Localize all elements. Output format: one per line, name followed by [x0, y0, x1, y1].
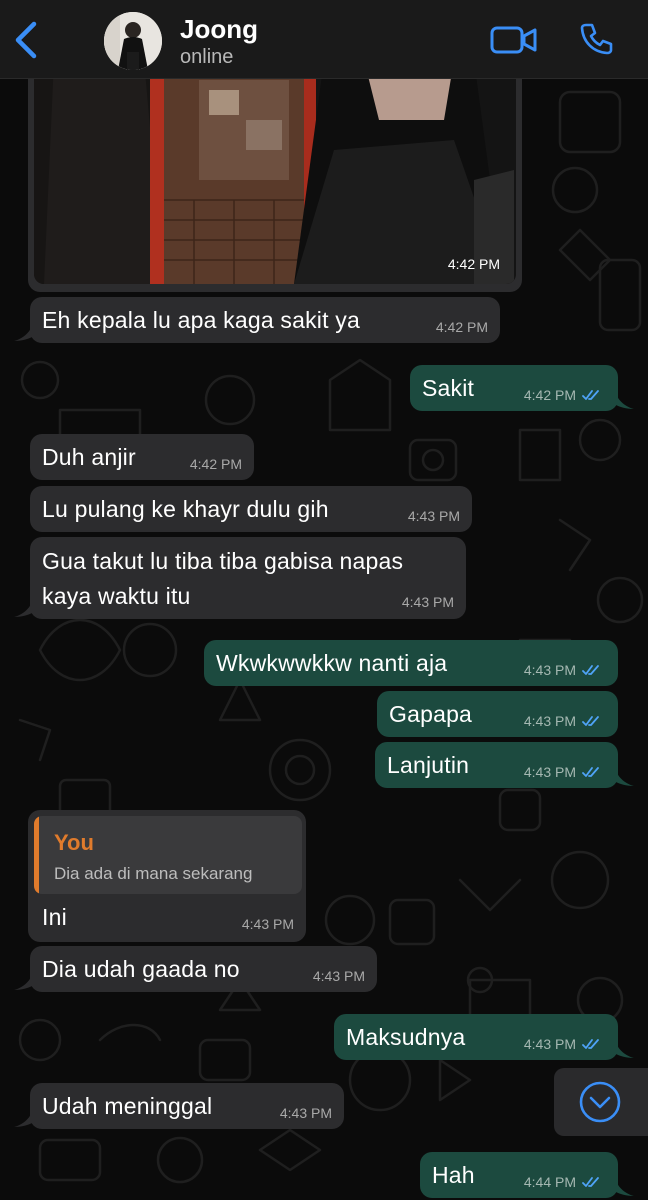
message-bubble-outgoing[interactable]: Maksudnya 4:43 PM [334, 1014, 618, 1060]
quote-accent-bar [34, 816, 39, 894]
message-bubble-incoming[interactable]: Duh anjir 4:42 PM [30, 434, 254, 480]
photo[interactable]: 4:42 PM [34, 60, 516, 284]
bubble-tail [616, 1180, 634, 1196]
back-button[interactable] [10, 20, 44, 60]
quote-author: You [54, 830, 94, 855]
message-bubble-outgoing[interactable]: Sakit 4:42 PM [410, 365, 618, 411]
back-chevron-icon [15, 21, 37, 59]
double-check-icon [582, 390, 599, 400]
message-time: 4:43 PM [312, 968, 365, 984]
double-check-icon [582, 716, 599, 726]
contact-name[interactable]: Joong [180, 14, 258, 45]
video-camera-icon [490, 26, 537, 54]
message-time: 4:43 PM [279, 1105, 332, 1121]
message-text: Gapapa [389, 701, 473, 727]
message-text: Maksudnya [346, 1024, 466, 1050]
bubble-tail [616, 1042, 634, 1058]
message-bubble-incoming[interactable]: Dia udah gaada no 4:43 PM [30, 946, 377, 992]
quoted-message[interactable]: You Dia ada di mana sekarang [34, 816, 302, 894]
message-text: Eh kepala lu apa kaga sakit ya [42, 307, 360, 333]
scroll-to-bottom-button[interactable] [554, 1068, 648, 1136]
message-bubble-incoming[interactable]: Lu pulang ke khayr dulu gih 4:43 PM [30, 486, 472, 532]
message-text: Duh anjir [42, 444, 136, 470]
message-time: 4:43 PM [523, 1036, 576, 1052]
message-bubble-reply[interactable]: You Dia ada di mana sekarang Ini 4:43 PM [28, 810, 306, 942]
message-text: Udah meninggal [42, 1093, 213, 1119]
bubble-tail [14, 1111, 32, 1127]
message-time: 4:42 PM [447, 256, 500, 272]
bubble-tail [616, 393, 634, 409]
message-text: Dia udah gaada no [42, 956, 240, 982]
bubble-tail [14, 974, 32, 990]
message-text: Lanjutin [387, 752, 470, 778]
message-text: Wkwkwwkkw nanti aja [216, 650, 448, 676]
voice-call-button[interactable] [578, 22, 614, 58]
message-time: 4:43 PM [523, 713, 576, 729]
image-message[interactable]: 4:42 PM [28, 60, 522, 292]
double-check-icon [582, 665, 599, 675]
message-bubble-incoming[interactable]: Eh kepala lu apa kaga sakit ya 4:42 PM [30, 297, 500, 343]
message-time: 4:42 PM [435, 319, 488, 335]
message-time: 4:43 PM [523, 764, 576, 780]
message-text: Ini [42, 904, 67, 930]
quote-text: Dia ada di mana sekarang [54, 864, 253, 883]
phone-icon [580, 23, 613, 55]
contact-status: online [180, 46, 234, 68]
chevron-down-icon [579, 1081, 621, 1123]
bubble-tail [616, 770, 634, 786]
message-time: 4:43 PM [401, 594, 454, 610]
message-time: 4:43 PM [241, 916, 294, 932]
contact-avatar[interactable] [104, 12, 162, 70]
message-bubble-outgoing[interactable]: Gapapa 4:43 PM [377, 691, 618, 737]
message-bubble-incoming[interactable]: Udah meninggal 4:43 PM [30, 1083, 344, 1129]
message-text: Lu pulang ke khayr dulu gih [42, 496, 329, 522]
message-bubble-incoming[interactable]: Gua takut lu tiba tiba gabisa napas kaya… [30, 537, 466, 619]
video-call-button[interactable] [490, 24, 538, 56]
message-time: 4:43 PM [523, 662, 576, 678]
message-bubble-outgoing[interactable]: Lanjutin 4:43 PM [375, 742, 618, 788]
message-text-line: Gua takut lu tiba tiba gabisa napas [42, 548, 404, 574]
photo-content [34, 60, 516, 284]
message-bubble-outgoing[interactable]: Hah 4:44 PM [420, 1152, 618, 1198]
message-text: Sakit [422, 375, 475, 401]
message-time: 4:42 PM [189, 456, 242, 472]
message-text: Hah [432, 1162, 475, 1188]
avatar-photo [104, 12, 162, 70]
bubble-tail [14, 325, 32, 341]
message-time: 4:43 PM [407, 508, 460, 524]
message-time: 4:42 PM [523, 387, 576, 403]
message-bubble-outgoing[interactable]: Wkwkwwkkw nanti aja 4:43 PM [204, 640, 618, 686]
double-check-icon [582, 1039, 599, 1049]
double-check-icon [582, 767, 599, 777]
message-text-line: kaya waktu itu [42, 583, 191, 609]
double-check-icon [582, 1177, 599, 1187]
message-time: 4:44 PM [523, 1174, 576, 1190]
bubble-tail [14, 601, 32, 617]
chat-header: Joong online [0, 0, 648, 79]
